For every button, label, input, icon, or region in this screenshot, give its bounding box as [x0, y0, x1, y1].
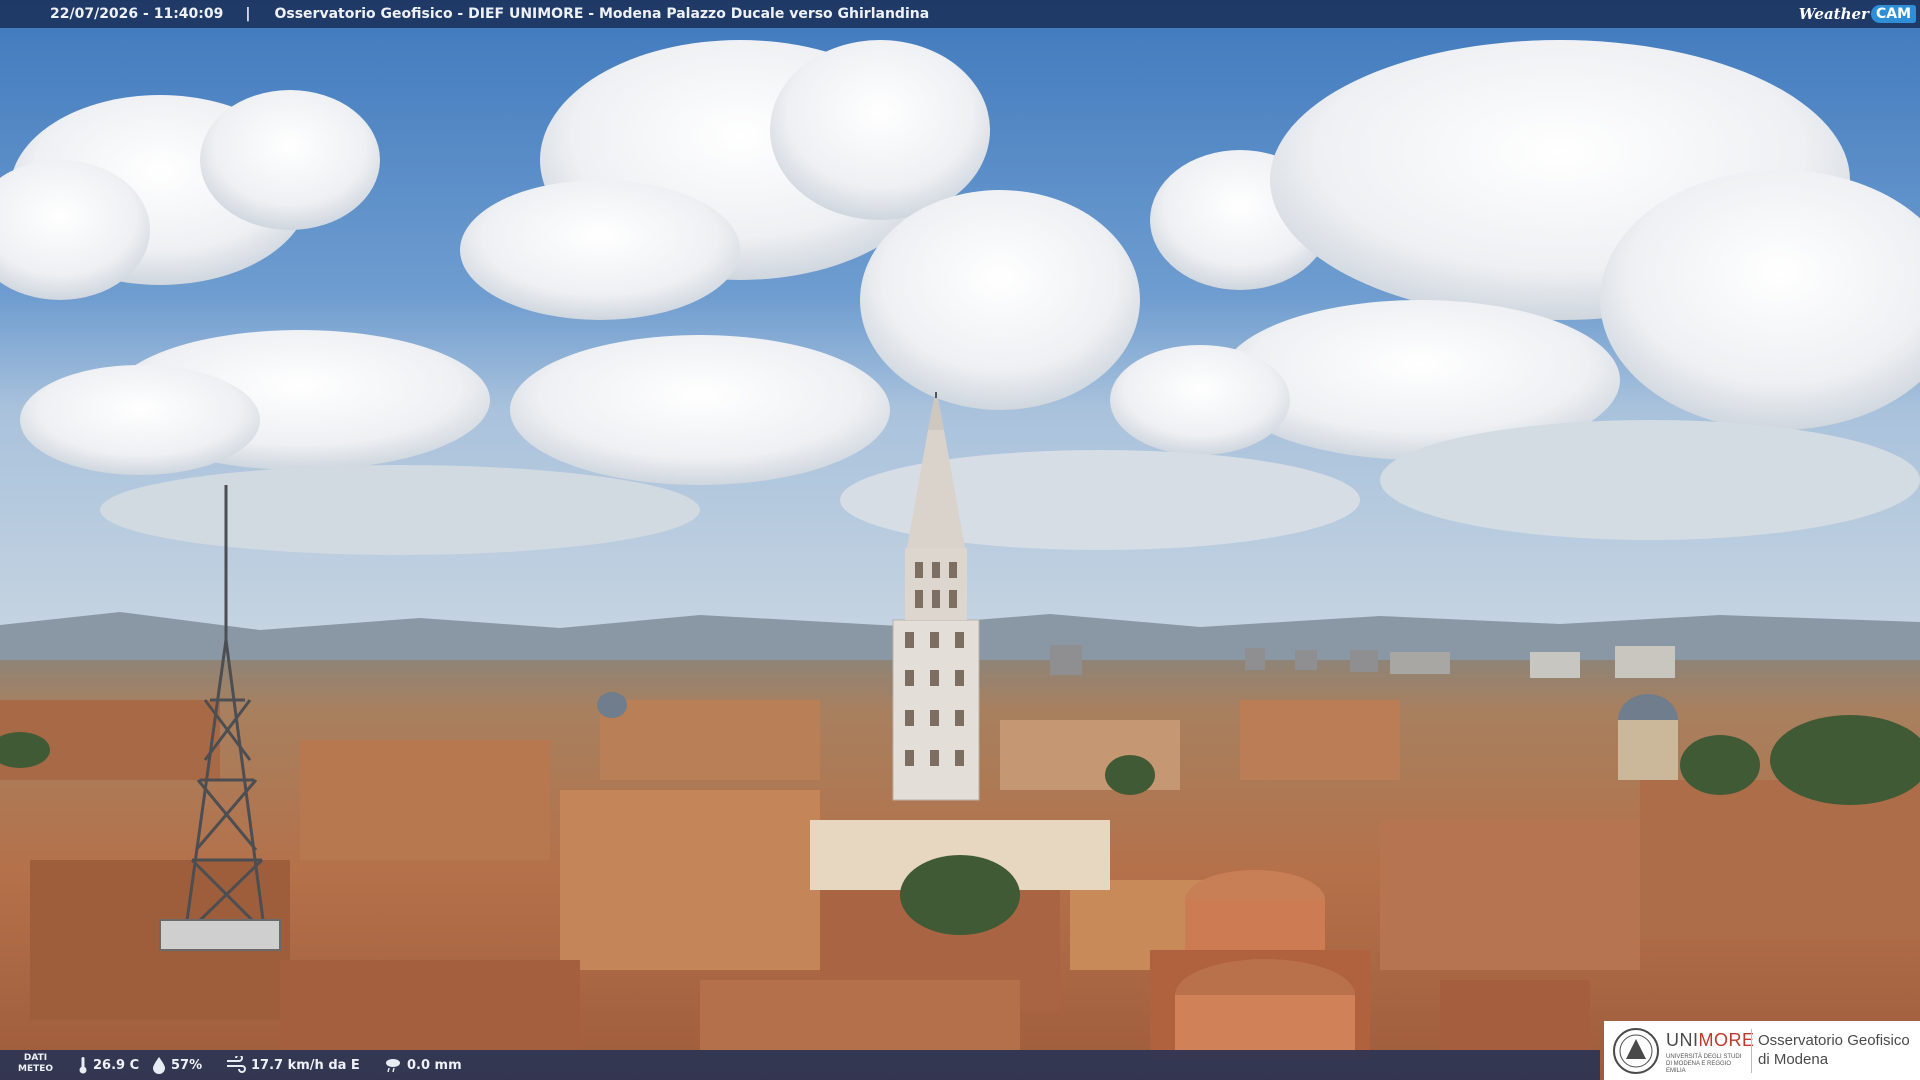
wind-value: 17.7 km/h da E [251, 1057, 360, 1073]
rain-value: 0.0 mm [407, 1057, 462, 1073]
unimore-wordmark: UNIMORE [1666, 1030, 1755, 1051]
temperature-value: 26.9 C [93, 1057, 140, 1073]
unimore-logo-panel: UNIMORE UNIVERSITÀ DEGLI STUDI DI MODENA… [1604, 1021, 1920, 1080]
unimore-wordmark-uni: UNI [1666, 1030, 1699, 1050]
observatory-name-line2: di Modena [1758, 1051, 1829, 1068]
logo-divider [1751, 1029, 1752, 1073]
wind-reading: 17.7 km/h da E [226, 1056, 360, 1074]
weather-tag-line2: METEO [18, 1064, 54, 1074]
webcam-photo [0, 0, 1920, 1080]
temperature-reading: 26.9 C [78, 1056, 139, 1074]
header-separator: | [245, 6, 251, 22]
weather-data-bar: DATI METEO 26.9 C 57% 17.7 km/h da E 0.0… [0, 1050, 1600, 1080]
rain-reading: 0.0 mm [384, 1056, 462, 1074]
unimore-wordmark-more: MORE [1698, 1030, 1755, 1050]
unimore-subtitle: UNIVERSITÀ DEGLI STUDI DI MODENA E REGGI… [1666, 1054, 1742, 1074]
weathercam-logo-weather: Weather [1798, 5, 1869, 23]
weathercam-logo-cam: CAM [1870, 5, 1916, 23]
university-seal-icon [1613, 1028, 1659, 1074]
weather-tag-line1: DATI [23, 1053, 48, 1063]
weather-data-tag: DATI METEO [18, 1053, 53, 1075]
humidity-drop-icon [153, 1057, 165, 1074]
weathercam-logo: Weather CAM [1799, 2, 1916, 26]
webcam-header-bar: 22/07/2026 - 11:40:09 | Osservatorio Geo… [0, 0, 1920, 28]
wind-icon [227, 1056, 246, 1073]
rain-cloud-icon [386, 1059, 400, 1073]
observatory-name: Osservatorio Geofisico di Modena [1758, 1031, 1910, 1069]
timestamp: 22/07/2026 - 11:40:09 [50, 6, 224, 22]
webcam-caption: Osservatorio Geofisico - DIEF UNIMORE - … [274, 6, 930, 22]
thermometer-icon [79, 1057, 87, 1074]
humidity-reading: 57% [152, 1056, 202, 1074]
observatory-name-line1: Osservatorio Geofisico [1758, 1032, 1910, 1049]
humidity-value: 57% [171, 1057, 203, 1073]
